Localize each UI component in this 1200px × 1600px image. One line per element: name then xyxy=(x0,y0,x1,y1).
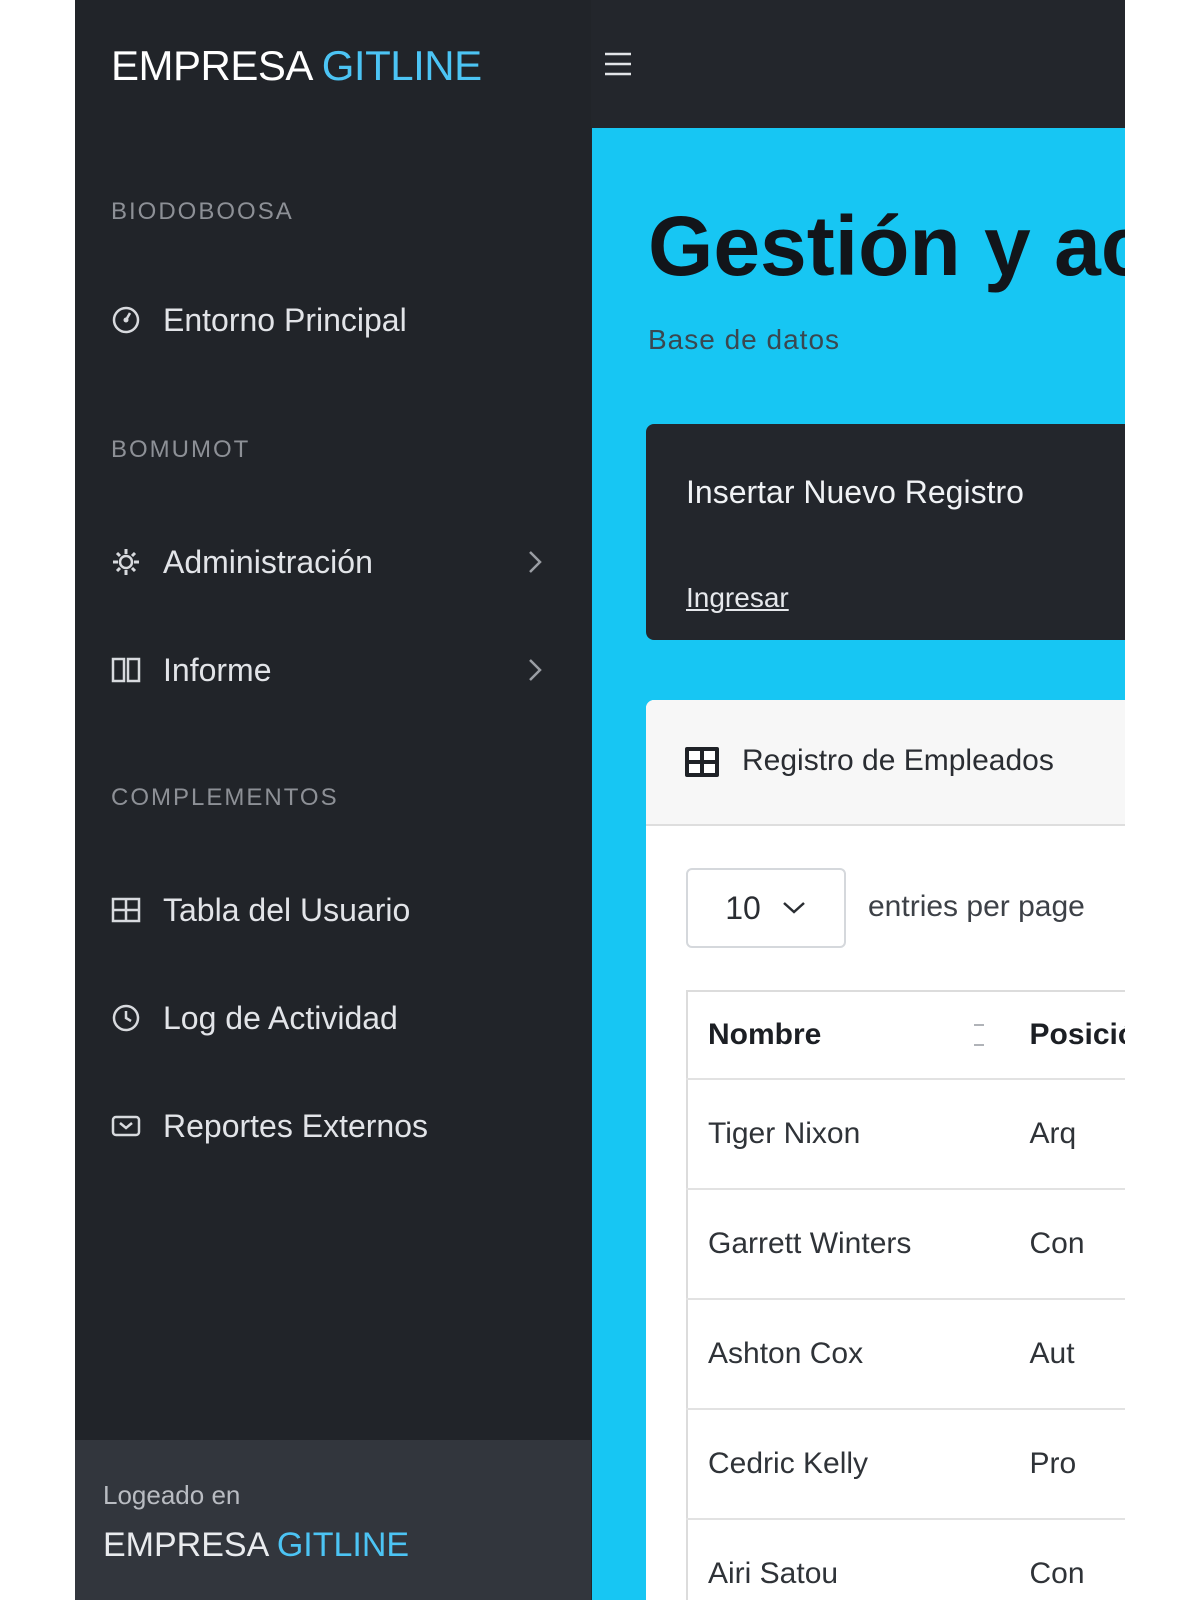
sidebar-item-label: Tabla del Usuario xyxy=(163,891,411,928)
sidebar-item-informe[interactable]: Informe xyxy=(111,640,551,700)
entries-value: 10 xyxy=(725,889,761,926)
footer-brand: EMPRESA GITLINE xyxy=(103,1526,409,1565)
dashboard-icon xyxy=(111,305,141,335)
chevron-down-icon xyxy=(782,902,805,914)
footer-brand-accent: GITLINE xyxy=(276,1526,410,1564)
sidebar-section-heading: COMPLEMENTOS xyxy=(111,784,339,811)
sidebar-section-heading: BOMUMOT xyxy=(111,436,251,463)
employee-table-card: Registro de Empleados 10 entries per pag… xyxy=(646,700,1125,1600)
sidebar-footer: Logeado en EMPRESA GITLINE xyxy=(75,1440,591,1600)
brand-main: EMPRESA xyxy=(111,42,311,89)
cell-position: Con xyxy=(1009,1189,1125,1300)
table-icon xyxy=(685,747,719,777)
sidebar-item-label: Administración xyxy=(163,543,373,580)
sidebar-item-label: Informe xyxy=(163,651,272,688)
insert-record-card: Insertar Nuevo Registro Ingresar xyxy=(646,424,1125,640)
sidebar-item-entorno-principal[interactable]: Entorno Principal xyxy=(111,290,551,350)
brand-accent: GITLINE xyxy=(321,42,482,89)
sort-icon xyxy=(973,1024,984,1046)
cell-position: Aut xyxy=(1009,1299,1125,1410)
gear-icon xyxy=(111,547,141,577)
cell-name: Ashton Cox xyxy=(687,1299,1010,1410)
cell-name: Airi Satou xyxy=(687,1519,1010,1600)
table-row[interactable]: Tiger Nixon Arq xyxy=(687,1079,1125,1190)
entries-per-page-select[interactable]: 10 xyxy=(686,868,846,948)
sidebar-item-tabla-del-usuario[interactable]: Tabla del Usuario xyxy=(111,880,551,940)
sidebar-item-reportes-externos[interactable]: Reportes Externos xyxy=(111,1096,551,1156)
page-title: Gestión y ac xyxy=(648,199,1125,293)
table-row[interactable]: Airi Satou Con xyxy=(687,1519,1125,1600)
cell-position: Arq xyxy=(1009,1079,1125,1190)
page-subtitle: Base de datos xyxy=(648,324,841,355)
topbar xyxy=(591,0,1125,128)
insert-link[interactable]: Ingresar xyxy=(686,582,789,614)
table-icon xyxy=(111,895,141,925)
app-frame: EMPRESA GITLINE BIODOBOOSA Entorno Princ… xyxy=(75,0,1125,1600)
cell-name: Cedric Kelly xyxy=(687,1409,1010,1520)
clock-icon xyxy=(111,1003,141,1033)
sidebar-item-label: Log de Actividad xyxy=(163,999,398,1036)
entries-per-page-label: entries per page xyxy=(868,890,1085,923)
employee-table: Nombre Posición Tiger Nixon Arq Garrett … xyxy=(686,990,1125,1600)
chevron-right-icon xyxy=(529,551,542,573)
column-header-nombre[interactable]: Nombre xyxy=(687,991,1010,1080)
sidebar-item-log-de-actividad[interactable]: Log de Actividad xyxy=(111,988,551,1048)
cell-name: Garrett Winters xyxy=(687,1189,1010,1300)
footer-brand-main: EMPRESA xyxy=(103,1526,268,1564)
main-content: Gestión y ac Base de datos Insertar Nuev… xyxy=(592,128,1125,1600)
logged-in-label: Logeado en xyxy=(103,1480,241,1510)
cell-name: Tiger Nixon xyxy=(687,1079,1010,1190)
sidebar-item-label: Reportes Externos xyxy=(163,1107,429,1144)
report-icon xyxy=(111,1111,141,1141)
table-card-title: Registro de Empleados xyxy=(742,744,1054,777)
table-header-row: Nombre Posición xyxy=(687,991,1125,1080)
menu-toggle-icon[interactable] xyxy=(603,50,633,78)
sidebar-item-label: Entorno Principal xyxy=(163,301,407,338)
sidebar-item-administracion[interactable]: Administración xyxy=(111,532,551,592)
cell-position: Con xyxy=(1009,1519,1125,1600)
table-row[interactable]: Garrett Winters Con xyxy=(687,1189,1125,1300)
table-row[interactable]: Cedric Kelly Pro xyxy=(687,1409,1125,1520)
brand-logo[interactable]: EMPRESA GITLINE xyxy=(111,42,482,90)
chevron-right-icon xyxy=(529,659,542,681)
sidebar-section-heading: BIODOBOOSA xyxy=(111,198,294,225)
cell-position: Pro xyxy=(1009,1409,1125,1520)
column-header-position[interactable]: Posición xyxy=(1009,991,1125,1080)
table-card-header: Registro de Empleados xyxy=(646,700,1125,826)
columns-icon xyxy=(111,655,141,685)
table-row[interactable]: Ashton Cox Aut xyxy=(687,1299,1125,1410)
sidebar: EMPRESA GITLINE BIODOBOOSA Entorno Princ… xyxy=(75,0,591,1600)
insert-card-title: Insertar Nuevo Registro xyxy=(686,474,1024,510)
